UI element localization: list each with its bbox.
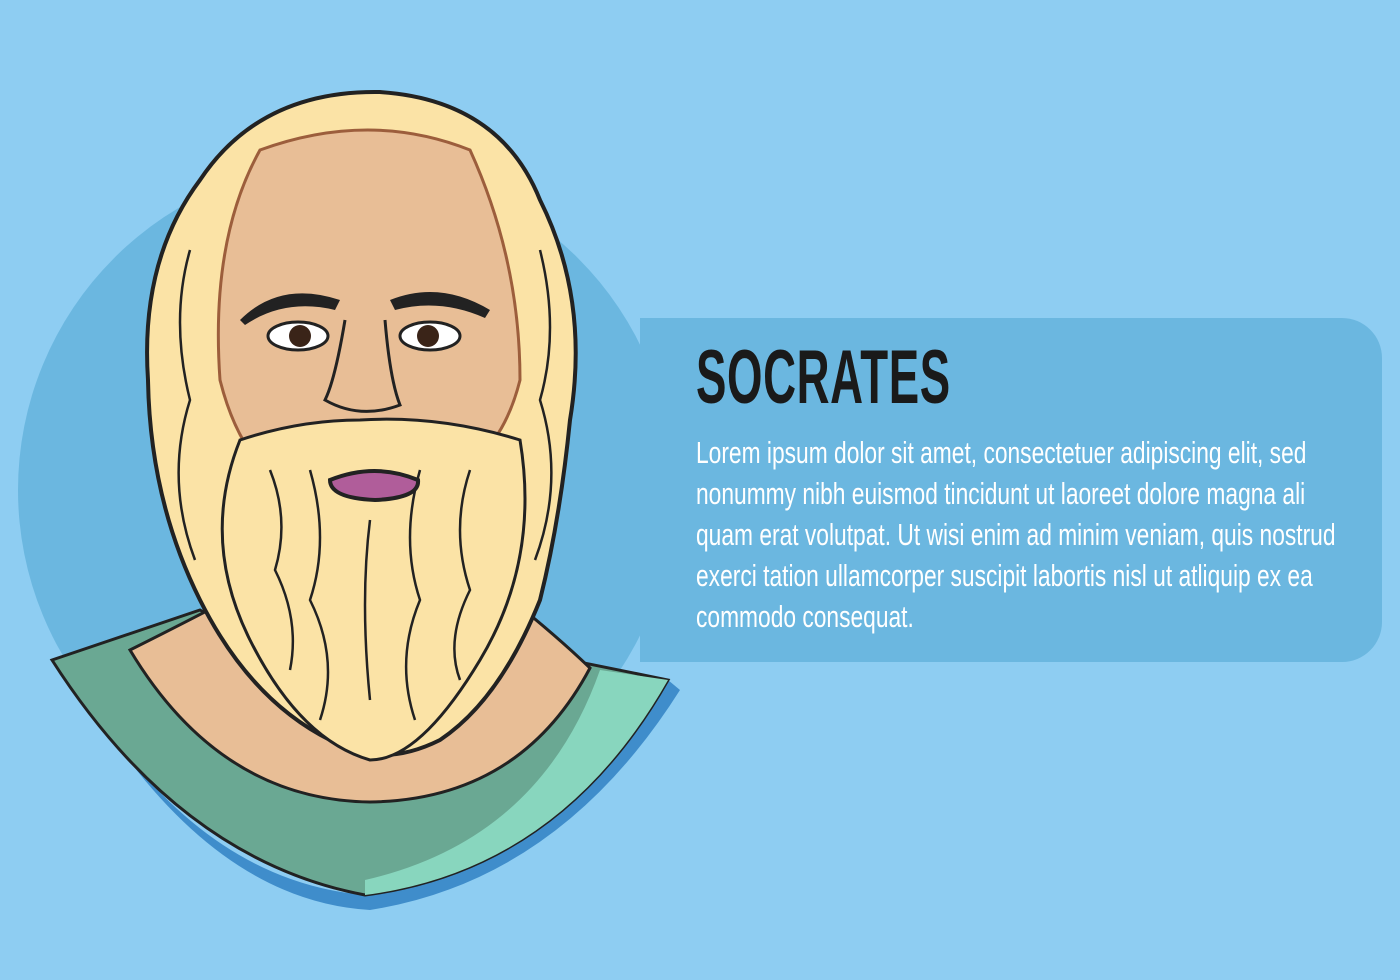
body-line: Lorem ipsum dolor sit amet, consectetuer… [696,435,1307,470]
mouth [327,469,421,503]
body-line: commodo consequat. [696,599,914,634]
card-body: Lorem ipsum dolor sit amet, consectetuer… [696,432,1400,637]
body-line: nonummy nibh euismod tincidunt ut laoree… [696,476,1306,511]
body-line: quam erat volutpat. Ut wisi enim ad mini… [696,517,1336,552]
body-line: exerci tation ullamcorper suscipit labor… [696,558,1313,593]
card-title: SOCRATES [696,335,951,420]
left-pupil [289,325,311,347]
right-pupil [417,325,439,347]
